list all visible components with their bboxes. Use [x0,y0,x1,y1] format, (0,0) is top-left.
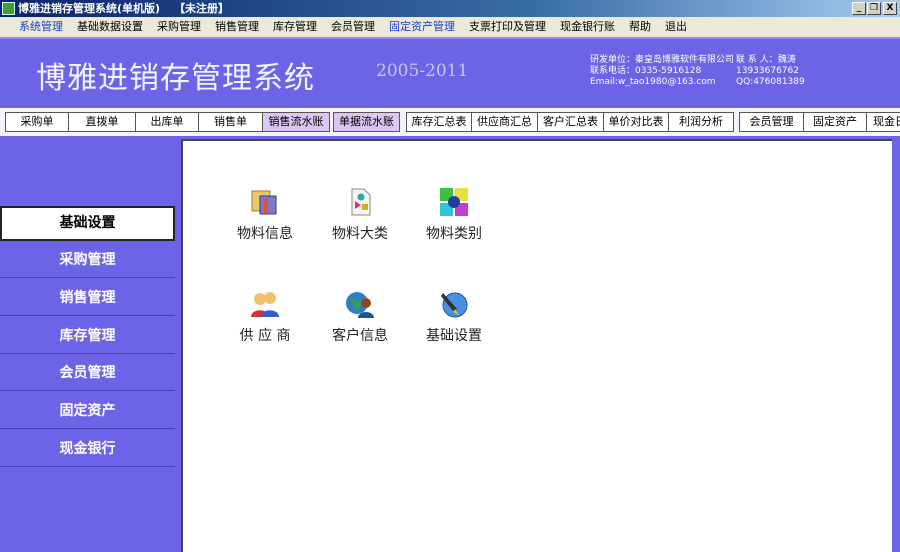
menu-bar: 系统管理 基础数据设置 采购管理 销售管理 库存管理 会员管理 固定资产管理 支… [0,17,900,37]
sales-ledger-button[interactable]: 销售流水账 [262,112,330,132]
customer-info-item[interactable]: 客户信息 [315,289,405,345]
toolbar: 采购单 直拨单 出库单 销售单 销售流水账 单据流水账 库存汇总表 供应商汇总 … [0,108,900,136]
app-years: 2005-2011 [376,61,469,81]
direct-transfer-button[interactable]: 直拨单 [68,112,136,132]
material-info-label: 物料信息 [237,226,293,242]
menu-exit[interactable]: 退出 [658,17,694,37]
fixed-assets-button[interactable]: 固定资产 [803,112,867,132]
category-grid-icon [440,188,468,216]
cash-journal-button[interactable]: 现金日 [866,112,900,132]
document-ledger-button[interactable]: 单据流水账 [333,112,400,132]
sidebar-item-inventory[interactable]: 库存管理 [0,318,175,354]
supplier-summary-button[interactable]: 供应商汇总 [471,112,538,132]
sidebar-item-members[interactable]: 会员管理 [0,355,175,391]
sidebar-item-fixed-assets[interactable]: 固定资产 [0,393,175,429]
customer-summary-button[interactable]: 客户汇总表 [537,112,604,132]
registration-status: 【未注册】 [174,2,230,15]
outbound-button[interactable]: 出库单 [135,112,199,132]
menu-cheque[interactable]: 支票打印及管理 [462,17,553,37]
app-icon [2,2,15,15]
member-mgmt-button[interactable]: 会员管理 [739,112,804,132]
supplier-item[interactable]: 供 应 商 [220,289,310,345]
document-shapes-icon [351,188,371,216]
menu-cash-bank[interactable]: 现金银行账 [553,17,622,37]
material-category-label: 物料大类 [332,226,388,242]
menu-fixed-assets[interactable]: 固定资产管理 [382,17,462,37]
minimize-button[interactable]: _ [852,2,866,15]
material-type-label: 物料类别 [426,226,482,242]
supplier-label: 供 应 商 [239,328,291,344]
menu-help[interactable]: 帮助 [622,17,658,37]
basic-settings-item[interactable]: 基础设置 [409,289,499,345]
sidebar-item-cash-bank[interactable]: 现金银行 [0,431,175,467]
menu-inventory[interactable]: 库存管理 [266,17,324,37]
menu-system[interactable]: 系统管理 [12,17,70,37]
app-title: 博雅进销存管理系统 [36,61,315,96]
developer-info: 研发单位：秦皇岛博雅软件有限公司 联系电话：0335-5916128 Email… [590,55,735,87]
basic-settings-label: 基础设置 [426,328,482,344]
main-panel: 物料信息 物料大类 物料类别 供 应 商 客户信息 基础设置 [181,139,892,552]
menu-members[interactable]: 会员管理 [324,17,382,37]
contact-info: 联 系 人：魏涛 13933676762 QQ:476081389 [736,55,805,87]
sales-order-button[interactable]: 销售单 [198,112,263,132]
menu-basic-data[interactable]: 基础数据设置 [70,17,150,37]
window-title: 博雅进销存管理系统(单机版) [18,2,161,15]
people-icon [251,292,279,317]
title-bar: 博雅进销存管理系统(单机版) 【未注册】 _ ❐ X [0,0,900,17]
menu-purchase[interactable]: 采购管理 [150,17,208,37]
sidebar-item-sales[interactable]: 销售管理 [0,280,175,316]
close-button[interactable]: X [883,2,897,15]
sidebar-item-basic-settings[interactable]: 基础设置 [0,206,175,241]
customer-info-label: 客户信息 [332,328,388,344]
price-compare-button[interactable]: 单价对比表 [603,112,669,132]
sidebar: 基础设置 采购管理 销售管理 库存管理 会员管理 固定资产 现金银行 [0,138,176,552]
header-banner: 博雅进销存管理系统 2005-2011 研发单位：秦皇岛博雅软件有限公司 联系电… [0,37,900,108]
folder-book-icon [251,190,277,215]
pen-globe-icon [441,292,468,318]
globe-person-icon [346,292,374,318]
menu-sales[interactable]: 销售管理 [208,17,266,37]
material-info-item[interactable]: 物料信息 [220,187,310,243]
restore-button[interactable]: ❐ [867,2,881,15]
sidebar-item-purchase[interactable]: 采购管理 [0,242,175,278]
profit-analysis-button[interactable]: 利润分析 [668,112,734,132]
inventory-summary-button[interactable]: 库存汇总表 [406,112,472,132]
material-type-item[interactable]: 物料类别 [409,187,499,243]
purchase-order-button[interactable]: 采购单 [5,112,69,132]
material-category-item[interactable]: 物料大类 [315,187,405,243]
